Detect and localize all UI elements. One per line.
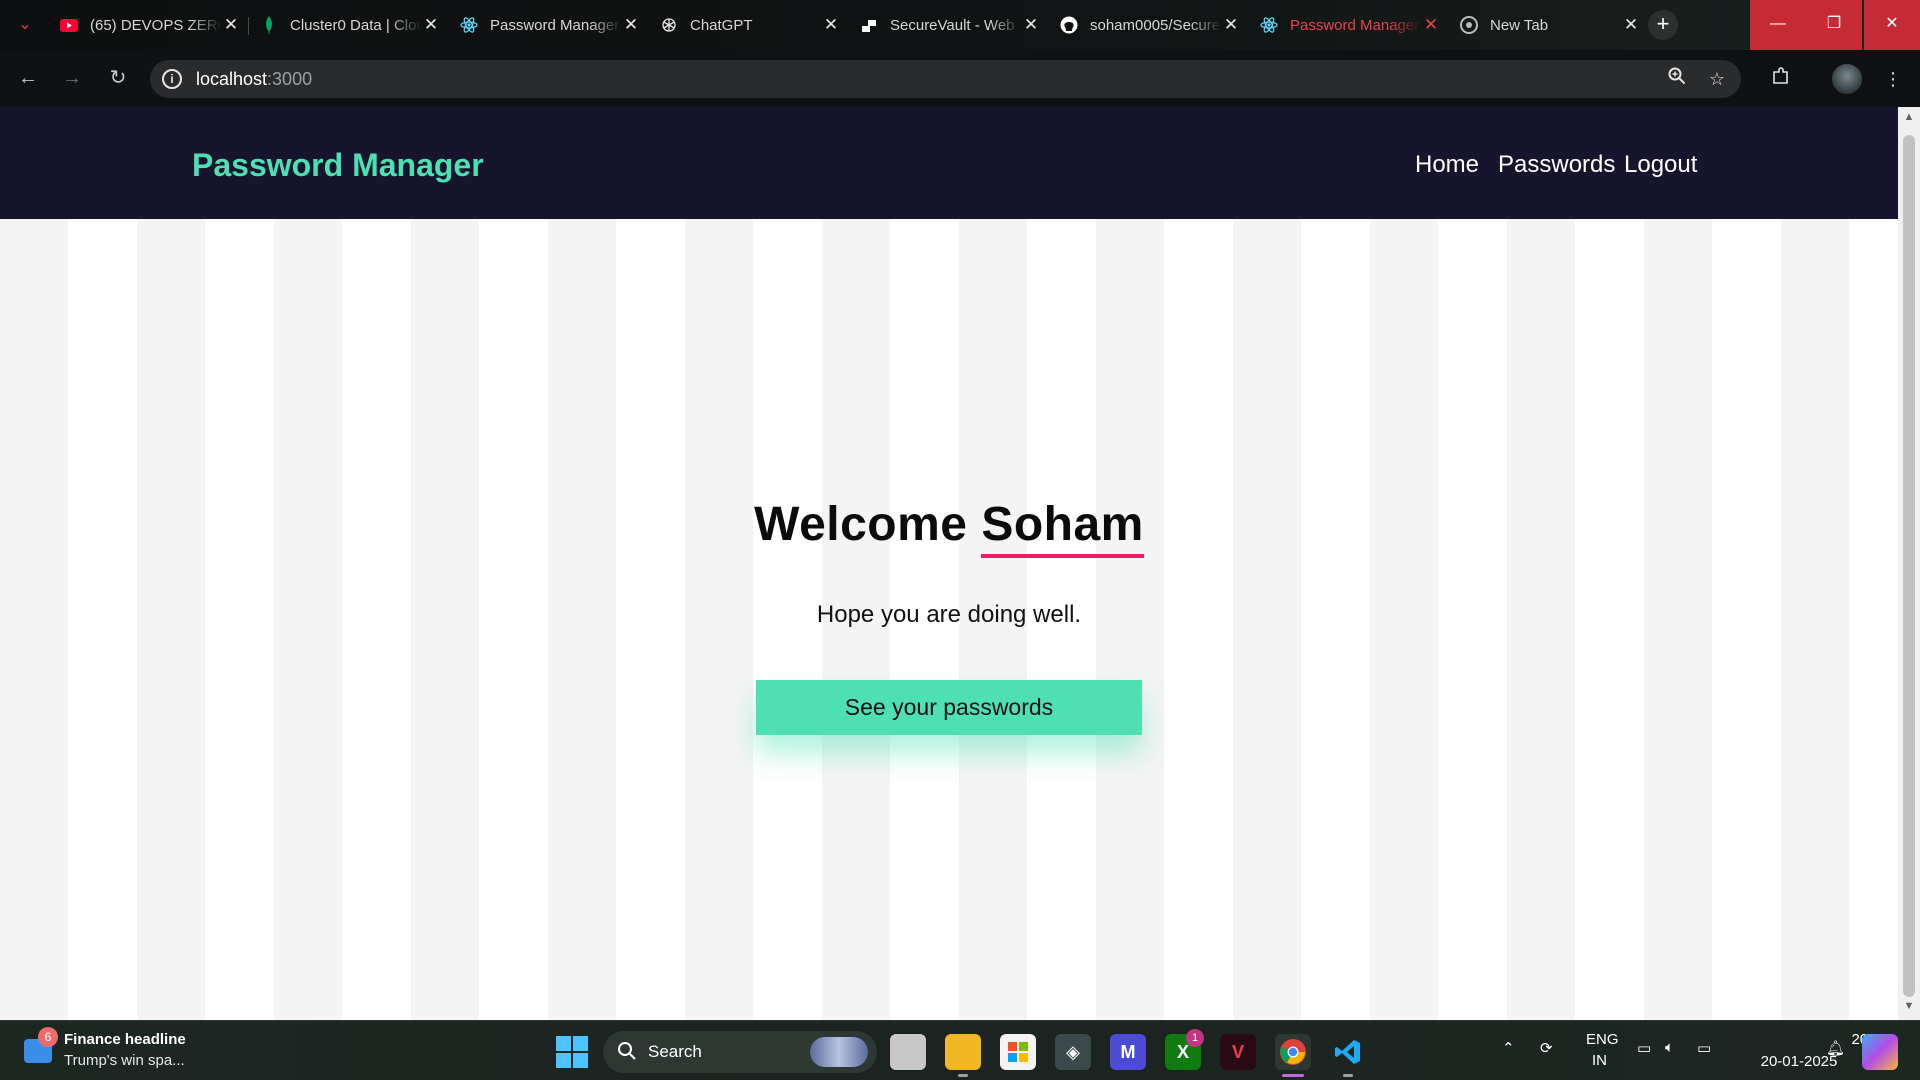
sync-icon[interactable]: ⟳ — [1540, 1039, 1553, 1057]
tab-close-icon[interactable]: ✕ — [622, 16, 640, 34]
forward-icon[interactable]: → — [58, 64, 86, 92]
tab-youtube[interactable]: (65) DEVOPS ZERO TO HERO ✕ — [48, 8, 248, 42]
tab-title: soham0005/SecureVault — [1090, 16, 1222, 34]
youtube-icon — [60, 16, 78, 34]
url-host: localhost — [196, 69, 268, 89]
tab-close-icon[interactable]: ✕ — [1422, 16, 1440, 34]
tab-chatgpt[interactable]: ChatGPT ✕ — [648, 8, 848, 42]
nav-logout-link[interactable]: Logout — [1624, 151, 1697, 179]
windows-taskbar: 6 Finance headline Trump's win spa... Se… — [0, 1020, 1920, 1080]
new-tab-button[interactable]: + — [1648, 10, 1678, 40]
start-button-icon[interactable] — [556, 1036, 588, 1068]
tab-github[interactable]: soham0005/SecureVault ✕ — [1048, 8, 1248, 42]
tab-title: New Tab — [1490, 16, 1549, 34]
tab-search-dropdown-icon[interactable]: ⌄ — [12, 13, 38, 37]
mongodb-leaf-icon — [260, 16, 278, 34]
back-icon[interactable]: ← — [14, 64, 42, 92]
react-icon — [460, 16, 478, 34]
vscode-icon[interactable] — [1330, 1034, 1366, 1070]
unity-hub-icon[interactable]: ◈ — [1055, 1034, 1091, 1070]
restore-button[interactable]: ❐ — [1806, 0, 1862, 50]
url-port: :3000 — [267, 69, 313, 89]
see-passwords-button[interactable]: See your passwords — [756, 680, 1142, 735]
tab-strip: ⌄ (65) DEVOPS ZERO TO HERO ✕ Cluster0 Da… — [0, 0, 1920, 50]
tab-title: ChatGPT — [690, 16, 753, 34]
copilot-icon[interactable] — [1862, 1034, 1898, 1070]
tab-close-icon[interactable]: ✕ — [1022, 16, 1040, 34]
xbox-badge: 1 — [1186, 1029, 1204, 1047]
network-icon[interactable]: ▭ — [1637, 1039, 1651, 1057]
nav-passwords-link[interactable]: Passwords — [1498, 151, 1615, 179]
battery-icon[interactable]: ▭ — [1697, 1039, 1711, 1057]
tab-securevault[interactable]: SecureVault - Web ✕ — [848, 8, 1048, 42]
vercel-icon — [860, 16, 878, 34]
greeting-subtitle: Hope you are doing well. — [816, 601, 1082, 628]
extensions-icon[interactable] — [1768, 66, 1794, 92]
tab-close-icon[interactable]: ✕ — [222, 16, 240, 34]
bookmark-star-icon[interactable]: ☆ — [1704, 66, 1730, 92]
web-page: Password Manager Home Passwords Logout W… — [0, 107, 1898, 1020]
tab-title: SecureVault - Web — [890, 16, 1015, 34]
tab-close-icon[interactable]: ✕ — [422, 16, 440, 34]
tab-title: Password Manager — [490, 16, 620, 34]
scroll-down-icon[interactable]: ▼ — [1898, 1000, 1920, 1016]
scrollbar-thumb[interactable] — [1903, 135, 1915, 997]
chatgpt-icon — [660, 16, 678, 34]
close-window-button[interactable]: ✕ — [1864, 0, 1920, 50]
language-bottom[interactable]: IN — [1592, 1052, 1607, 1069]
browser-chrome: ⌄ (65) DEVOPS ZERO TO HERO ✕ Cluster0 Da… — [0, 0, 1920, 107]
welcome-word: Welcome — [754, 498, 968, 551]
file-explorer-icon[interactable] — [945, 1034, 981, 1070]
github-icon — [1060, 16, 1078, 34]
minimize-button[interactable]: — — [1750, 0, 1806, 50]
tab-title: Cluster0 Data | Cloud: MongoDB — [290, 16, 422, 34]
microsoft-store-icon[interactable] — [1000, 1034, 1036, 1070]
site-info-icon[interactable]: i — [162, 69, 182, 89]
running-indicator — [958, 1074, 968, 1077]
url-text[interactable]: localhost:3000 — [196, 69, 312, 90]
tab-close-icon[interactable]: ✕ — [822, 16, 840, 34]
page-scrollbar[interactable]: ▲ ▼ — [1898, 107, 1920, 1020]
chrome-taskbar-icon[interactable] — [1275, 1034, 1311, 1070]
search-icon — [617, 1041, 637, 1067]
news-subtext[interactable]: Trump's win spa... — [64, 1052, 185, 1069]
brand-logo[interactable]: Password Manager — [192, 147, 484, 184]
tab-mongodb[interactable]: Cluster0 Data | Cloud: MongoDB ✕ — [248, 8, 448, 42]
reload-icon[interactable]: ↻ — [104, 64, 132, 92]
news-headline[interactable]: Finance headline — [64, 1031, 186, 1048]
active-indicator — [1282, 1074, 1304, 1077]
show-hidden-icons-chevron-icon[interactable]: ⌃ — [1502, 1039, 1515, 1057]
scroll-up-icon[interactable]: ▲ — [1898, 111, 1920, 127]
tab-close-icon[interactable]: ✕ — [1622, 16, 1640, 34]
search-label: Search — [648, 1042, 702, 1061]
search-highlight-art — [810, 1037, 868, 1067]
hero-heading: Welcome Soham — [0, 497, 1898, 558]
valorant-icon[interactable]: V — [1220, 1034, 1256, 1070]
zoom-icon[interactable] — [1664, 66, 1690, 92]
username: Soham — [981, 498, 1144, 558]
taskbar-search[interactable]: Search — [603, 1031, 877, 1073]
tab-title: Password Manager — [1290, 16, 1420, 34]
address-bar[interactable]: i localhost:3000 — [150, 60, 1741, 98]
site-navbar: Password Manager Home Passwords Logout — [0, 107, 1898, 219]
tab-password-manager[interactable]: Password Manager ✕ — [448, 8, 648, 42]
notifications-bell-icon[interactable]: 🔔︎ — [1826, 1039, 1845, 1057]
tab-new-tab[interactable]: New Tab ✕ — [1448, 8, 1648, 42]
tab-title: (65) DEVOPS ZERO TO HERO — [90, 16, 222, 34]
task-view-icon[interactable] — [890, 1034, 926, 1070]
welcome-heading: Welcome Soham — [754, 498, 1144, 558]
widgets-badge: 6 — [38, 1027, 58, 1047]
menu-kebab-icon[interactable]: ⋮ — [1880, 66, 1906, 92]
chrome-icon — [1460, 16, 1478, 34]
mathpix-icon[interactable]: M — [1110, 1034, 1146, 1070]
profile-avatar[interactable] — [1830, 62, 1864, 96]
running-indicator — [1343, 1074, 1353, 1077]
language-top[interactable]: ENG — [1586, 1031, 1619, 1048]
tab-close-icon[interactable]: ✕ — [1222, 16, 1240, 34]
react-icon — [1260, 16, 1278, 34]
tab-password-manager-active[interactable]: Password Manager ✕ — [1248, 8, 1448, 42]
volume-icon[interactable]: 🔈︎ — [1665, 1039, 1674, 1056]
nav-home-link[interactable]: Home — [1415, 151, 1479, 179]
